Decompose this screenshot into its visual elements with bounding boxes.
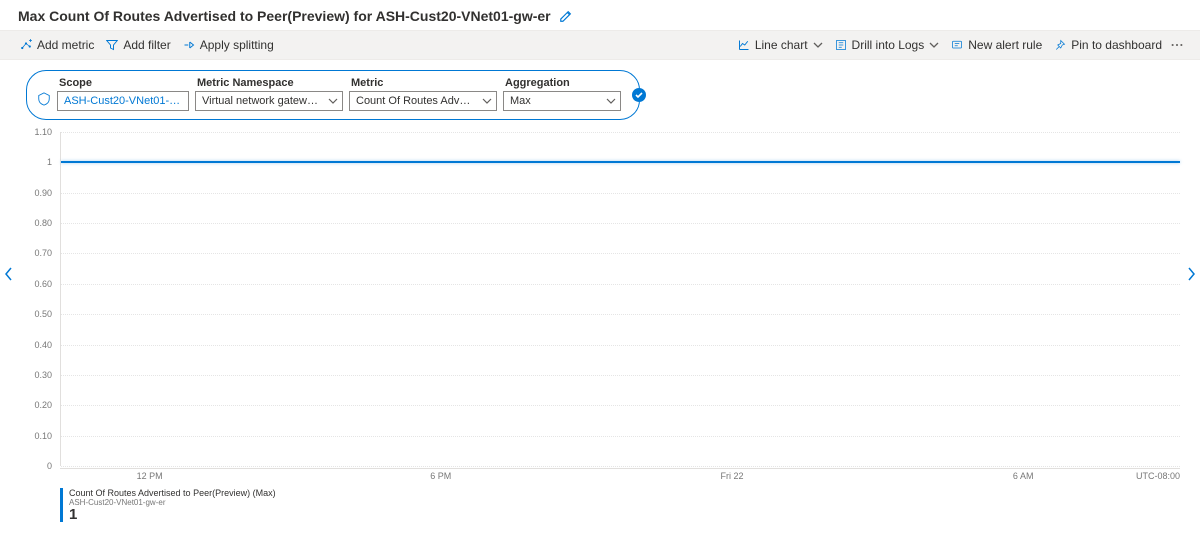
chart-type-dropdown[interactable]: Line chart (732, 31, 829, 59)
y-tick-label: 0 (26, 461, 52, 471)
x-tick-label: 12 PM (137, 471, 163, 481)
y-tick-label: 0.50 (26, 309, 52, 319)
chevron-down-icon (813, 40, 823, 50)
pin-to-dashboard-button[interactable]: Pin to dashboard (1048, 31, 1168, 59)
namespace-value: Virtual network gatewa... (202, 95, 322, 107)
edit-title-icon[interactable] (559, 9, 573, 23)
y-tick-label: 0.40 (26, 340, 52, 350)
grid-line (61, 314, 1180, 315)
chevron-down-icon (606, 96, 616, 106)
pin-to-dashboard-label: Pin to dashboard (1071, 38, 1162, 52)
legend-series-resource: ASH-Cust20-VNet01-gw-er (69, 498, 276, 507)
metric-query-pill: Scope ASH-Cust20-VNet01-gw-er Metric Nam… (26, 70, 640, 120)
y-tick-label: 1.10 (26, 127, 52, 137)
grid-line (61, 375, 1180, 376)
chevron-down-icon (482, 96, 492, 106)
scope-value: ASH-Cust20-VNet01-gw-er (64, 95, 184, 107)
chart-legend[interactable]: Count Of Routes Advertised to Peer(Previ… (60, 488, 276, 522)
chart-toolbar: Add metric Add filter Apply splitting Li… (0, 30, 1200, 60)
x-axis: UTC-08:00 12 PM 6 PM Fri 22 6 AM (60, 468, 1180, 482)
y-tick-label: 0.20 (26, 400, 52, 410)
y-tick-label: 0.10 (26, 431, 52, 441)
drill-into-logs-dropdown[interactable]: Drill into Logs (829, 31, 946, 59)
metric-value: Count Of Routes Advert... (356, 95, 476, 107)
timezone-label: UTC-08:00 (1136, 471, 1180, 481)
next-chart-arrow[interactable] (1184, 259, 1198, 289)
grid-line (61, 223, 1180, 224)
namespace-label: Metric Namespace (195, 77, 343, 89)
chevron-down-icon (929, 40, 939, 50)
chart-type-label: Line chart (755, 38, 808, 52)
metric-query-row: Scope ASH-Cust20-VNet01-gw-er Metric Nam… (0, 60, 1200, 120)
x-tick-label: 6 AM (1013, 471, 1034, 481)
metric-dropdown[interactable]: Count Of Routes Advert... (349, 91, 497, 111)
grid-line (61, 405, 1180, 406)
y-axis: 00.100.200.300.400.500.600.700.800.9011.… (26, 132, 54, 466)
add-filter-label: Add filter (123, 38, 170, 52)
apply-splitting-button[interactable]: Apply splitting (177, 31, 280, 59)
grid-line (61, 253, 1180, 254)
aggregation-value: Max (510, 95, 531, 107)
y-tick-label: 0.80 (26, 218, 52, 228)
scope-field: Scope ASH-Cust20-VNet01-gw-er (57, 77, 189, 111)
plot-area[interactable] (60, 132, 1180, 466)
metric-label: Metric (349, 77, 497, 89)
y-tick-label: 0.30 (26, 370, 52, 380)
grid-line (61, 436, 1180, 437)
legend-series-value: 1 (69, 507, 276, 522)
resource-icon (37, 92, 51, 109)
grid-line (61, 466, 1180, 467)
more-options-button[interactable] (1168, 31, 1186, 59)
aggregation-label: Aggregation (503, 77, 621, 89)
grid-line (61, 284, 1180, 285)
apply-splitting-label: Apply splitting (200, 38, 274, 52)
metric-field: Metric Count Of Routes Advert... (349, 77, 497, 111)
chevron-down-icon (328, 96, 338, 106)
y-tick-label: 0.60 (26, 279, 52, 289)
page-header: Max Count Of Routes Advertised to Peer(P… (0, 0, 1200, 30)
namespace-field: Metric Namespace Virtual network gatewa.… (195, 77, 343, 111)
add-filter-button[interactable]: Add filter (100, 31, 176, 59)
query-valid-check-icon (632, 88, 646, 102)
x-tick-label: Fri 22 (720, 471, 743, 481)
prev-chart-arrow[interactable] (2, 259, 16, 289)
add-metric-button[interactable]: Add metric (14, 31, 100, 59)
scope-label: Scope (57, 77, 189, 89)
new-alert-rule-button[interactable]: New alert rule (945, 31, 1048, 59)
page-title: Max Count Of Routes Advertised to Peer(P… (18, 8, 551, 24)
metric-chart: 00.100.200.300.400.500.600.700.800.9011.… (26, 132, 1180, 526)
y-tick-label: 1 (26, 157, 52, 167)
series-line (61, 161, 1180, 163)
grid-line (61, 132, 1180, 133)
y-tick-label: 0.70 (26, 248, 52, 258)
new-alert-rule-label: New alert rule (968, 38, 1042, 52)
scope-picker[interactable]: ASH-Cust20-VNet01-gw-er (57, 91, 189, 111)
aggregation-field: Aggregation Max (503, 77, 621, 111)
grid-line (61, 193, 1180, 194)
drill-into-logs-label: Drill into Logs (852, 38, 925, 52)
grid-line (61, 345, 1180, 346)
add-metric-label: Add metric (37, 38, 94, 52)
namespace-dropdown[interactable]: Virtual network gatewa... (195, 91, 343, 111)
legend-series-name: Count Of Routes Advertised to Peer(Previ… (69, 488, 276, 498)
y-tick-label: 0.90 (26, 188, 52, 198)
x-tick-label: 6 PM (430, 471, 451, 481)
aggregation-dropdown[interactable]: Max (503, 91, 621, 111)
